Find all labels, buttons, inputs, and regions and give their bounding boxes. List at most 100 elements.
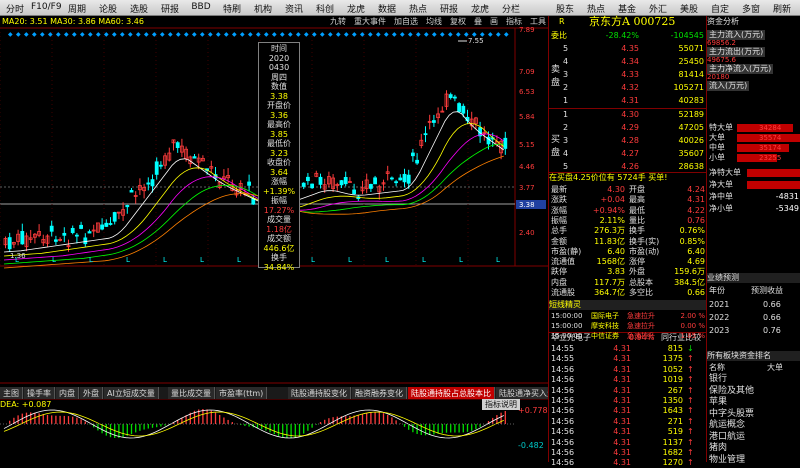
chart-tool-8[interactable]: 工具: [530, 16, 546, 27]
sector-item[interactable]: 中字头股票: [709, 409, 800, 419]
toolbar-item-16[interactable]: 分栏: [496, 0, 526, 16]
indicator-tab-5[interactable]: 量比成交量: [168, 387, 215, 399]
news-row[interactable]: 15:00:00 摩安科技 急速拉升 0.00 %: [549, 321, 706, 331]
toolbar-item-label: 选股: [129, 5, 148, 15]
tick-price: 4.31: [613, 375, 631, 385]
toolbar-item-9[interactable]: 资讯: [279, 0, 309, 16]
ask-row[interactable]: 2 4.32 105271: [549, 83, 706, 93]
indicator-tab-4[interactable]: AI立短成交量: [104, 387, 159, 399]
toolbar-right-item-2[interactable]: 基金: [612, 0, 642, 16]
tick-volume: 519: [667, 427, 683, 437]
toolbar-item-0[interactable]: 分时: [0, 0, 30, 16]
indicator-tab-6[interactable]: 市盈率(ttm): [216, 387, 268, 399]
toolbar-item-3[interactable]: 论股: [93, 0, 123, 16]
indicator-tab-7[interactable]: 陆股通持股变化: [288, 387, 351, 399]
indicator-help-button[interactable]: 指标说明: [482, 399, 520, 410]
indicator-tab-1[interactable]: 操手率: [24, 387, 55, 399]
chart-tool-0[interactable]: 九转: [330, 16, 346, 27]
toolbar-right-item-0[interactable]: 股东: [550, 0, 580, 16]
indicator-tab-2[interactable]: 内盘: [56, 387, 79, 399]
event-marker: ◆: [240, 31, 245, 38]
toolbar-item-8[interactable]: 机构: [248, 0, 278, 16]
bid-row[interactable]: 1 4.30 52189: [549, 110, 706, 120]
bid-row[interactable]: 4 4.27 35607: [549, 149, 706, 159]
ask-row[interactable]: 5 4.35 55071: [549, 44, 706, 54]
stat-label: 开盘: [629, 185, 645, 194]
popup-line: 涨幅: [271, 177, 287, 186]
toolbar-item-13[interactable]: 热点: [403, 0, 433, 16]
news-row[interactable]: 15:00:00 中信证券 急速拉升 1.85 %: [549, 331, 706, 341]
tick-row: 14:56 4.31 267 ↑: [549, 386, 706, 396]
toolbar-right-item-6[interactable]: 多窗: [736, 0, 766, 16]
news-title[interactable]: 短线精灵: [549, 300, 706, 310]
indicator-tab-3[interactable]: 外盘: [80, 387, 103, 399]
candle-body: [448, 94, 453, 98]
forecast-year: 2022: [709, 313, 730, 322]
toolbar-item-12[interactable]: 数据: [372, 0, 402, 16]
ask-bid-divider: [549, 108, 707, 109]
candle-body: [158, 164, 163, 167]
ask-row[interactable]: 4 4.34 25450: [549, 57, 706, 67]
toolbar-item-4[interactable]: 选股: [124, 0, 154, 16]
ask-row[interactable]: 1 4.31 40283: [549, 96, 706, 106]
toolbar-right-item-1[interactable]: 热点: [581, 0, 611, 16]
tick-row: 14:56 4.31 1270 ↑: [549, 458, 706, 468]
chart-tool-3[interactable]: 均线: [426, 16, 442, 27]
chart-tool-4[interactable]: 复权: [450, 16, 466, 27]
sector-item[interactable]: 航运概念: [709, 420, 800, 430]
toolbar-right-item-4[interactable]: 美股: [674, 0, 704, 16]
weibi-label: 委比: [551, 31, 567, 40]
sector-item[interactable]: 港口航运: [709, 432, 800, 442]
event-marker: ◆: [424, 31, 429, 38]
stat-label: 换手(实): [629, 236, 660, 246]
toolbar-item-1[interactable]: F10/F9: [31, 0, 62, 16]
stat-value: 6.40: [607, 246, 625, 256]
indicator-tab-9[interactable]: 陆股通持股占总股本比: [408, 387, 495, 399]
toolbar-item-6[interactable]: BBD: [186, 0, 216, 16]
stat-value: 364.7亿: [594, 288, 625, 297]
tick-time: 14:56: [551, 396, 575, 405]
news-time: 15:00:00: [551, 332, 583, 340]
chart-tool-7[interactable]: 指标: [506, 16, 522, 27]
toolbar-item-label: 股东: [555, 5, 574, 15]
bid-row[interactable]: 5 4.26 28638: [549, 162, 706, 172]
event-marker: ◆: [136, 31, 141, 38]
toolbar-item-15[interactable]: 龙虎: [465, 0, 495, 16]
tick-time: 14:55: [551, 354, 575, 364]
indicator-tab-8[interactable]: 融资融券变化: [352, 387, 407, 399]
fund-bar-label: 中单: [709, 143, 725, 152]
toolbar-right-item-5[interactable]: 自定: [705, 0, 735, 16]
stat-row: 振幅 2.11% 量比 0.76: [549, 216, 706, 226]
chart-tool-5[interactable]: 叠: [474, 16, 482, 27]
toolbar-right-item-3[interactable]: 外汇: [643, 0, 673, 16]
chart-tool-1[interactable]: 重大事件: [354, 16, 386, 27]
toolbar-item-2[interactable]: 周期: [62, 0, 92, 16]
toolbar-item-14[interactable]: 研报: [434, 0, 464, 16]
forecast-eps: 0.76: [763, 326, 781, 335]
bid-row[interactable]: 2 4.29 47205: [549, 123, 706, 133]
sector-item[interactable]: 保险及其他: [709, 386, 800, 396]
ma-legend-text: MA20: 3.51 MA30: 3.86 MA60: 3.46: [2, 17, 144, 26]
candle-body: [247, 181, 252, 186]
sector-item[interactable]: 银行: [709, 374, 800, 384]
kline-chart-panel[interactable]: ◆ ◆ ◆ ◆ ◆ ◆ ◆ ◆ ◆ ◆ ◆ ◆ ◆ ◆ ◆ ◆ ◆ ◆ ◆ ◆ ◆ ◆ ◆ ◆ ◆ ◆ ◆ ◆ ◆ ◆ ◆ ◆ ◆ ◆ ◆ ◆ ◆ ◆ ◆ ◆…: [0, 16, 575, 462]
indicator-tab-0[interactable]: 主图: [0, 387, 23, 399]
toolbar-item-11[interactable]: 龙虎: [341, 0, 371, 16]
toolbar-item-5[interactable]: 研报: [155, 0, 185, 16]
toolbar-right-item-7[interactable]: 刷新: [767, 0, 797, 16]
fund-bar-value: 23255: [759, 154, 782, 162]
toolbar-item-10[interactable]: 科创: [310, 0, 340, 16]
sector-item[interactable]: 物业管理: [709, 455, 800, 465]
fund-net-label: 净小单: [709, 204, 733, 213]
sector-item[interactable]: 苹果: [709, 397, 800, 407]
bid-row[interactable]: 3 4.28 40026: [549, 136, 706, 146]
toolbar-item-label: 论股: [98, 5, 117, 15]
chart-tool-2[interactable]: 加自选: [394, 16, 418, 27]
popup-line: +1.39%: [262, 186, 296, 196]
sector-item[interactable]: 猪肉: [709, 443, 800, 453]
chart-tool-6[interactable]: 画: [490, 16, 498, 27]
candle-body: [62, 232, 67, 236]
ask-row[interactable]: 3 4.33 81414: [549, 70, 706, 80]
news-row[interactable]: 15:00:00 国际电子 急速拉升 2.00 %: [549, 311, 706, 321]
toolbar-item-7[interactable]: 特刷: [217, 0, 247, 16]
